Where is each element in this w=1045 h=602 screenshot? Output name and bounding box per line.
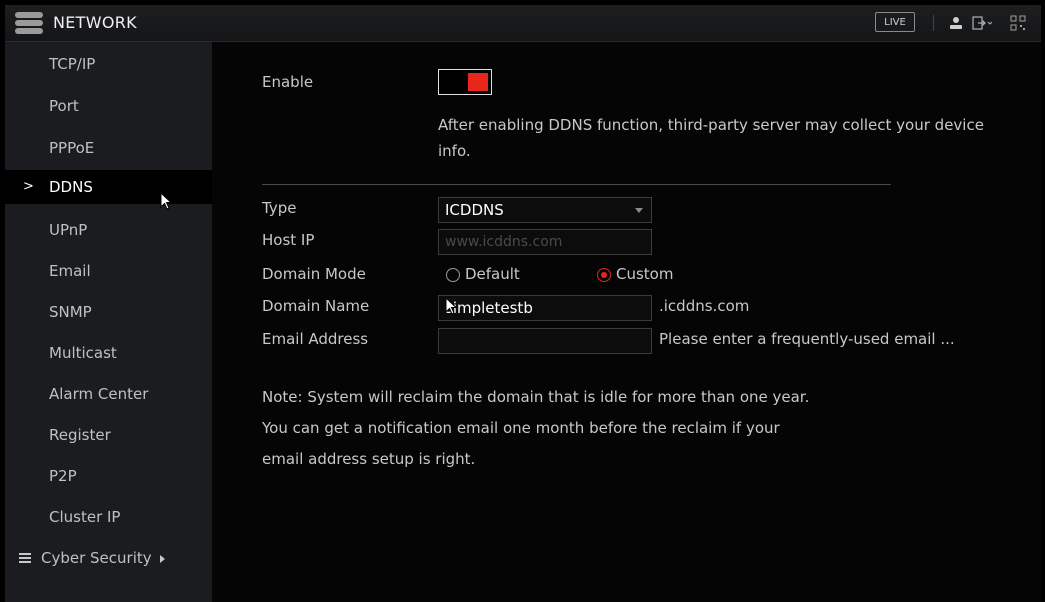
qr-code-icon[interactable] [1009, 14, 1027, 32]
privacy-note: After enabling DDNS function, third-part… [438, 116, 984, 160]
type-select-value: ICDDNS [445, 201, 504, 219]
sidebar-item-label: DDNS [49, 178, 93, 196]
sidebar-item-cyber-security[interactable]: Cyber Security [5, 541, 212, 575]
radio-custom-label: Custom [616, 265, 674, 283]
sidebar-item-label: Register [49, 426, 111, 444]
sidebar-item-label: PPPoE [49, 139, 95, 157]
domain-name-field[interactable]: simpletestb [438, 295, 652, 321]
host-ip-field[interactable]: www.icddns.com [438, 229, 652, 255]
enable-label: Enable [262, 73, 314, 91]
sidebar-item-cluster-ip[interactable]: Cluster IP [5, 500, 212, 534]
domain-suffix: .icddns.com [659, 297, 750, 315]
ddns-settings-panel: Enable After enabling DDNS function, thi… [212, 42, 1041, 602]
sidebar-item-label: Multicast [49, 344, 117, 362]
mouse-cursor-icon [160, 192, 173, 210]
sidebar-item-pppoe[interactable]: PPPoE [5, 131, 212, 165]
domain-mode-label: Domain Mode [262, 265, 366, 283]
email-hint: Please enter a frequently-used email ... [659, 330, 955, 348]
host-ip-label: Host IP [262, 231, 315, 249]
user-icon[interactable] [947, 14, 965, 32]
sidebar-item-label: Email [49, 262, 91, 280]
toggle-knob [468, 73, 488, 91]
toolbar-divider [933, 15, 934, 31]
sidebar-item-label: Port [49, 97, 79, 115]
type-label: Type [262, 199, 297, 217]
mouse-cursor-icon [445, 297, 458, 315]
sidebar-item-ddns[interactable]: > DDNS [5, 170, 212, 204]
logout-icon[interactable] [971, 14, 995, 32]
sidebar-item-alarm-center[interactable]: Alarm Center [5, 377, 212, 411]
sidebar-item-label: Cluster IP [49, 508, 121, 526]
live-button[interactable]: LIVE [875, 12, 915, 32]
radio-default[interactable] [446, 268, 460, 282]
sidebar-item-register[interactable]: Register [5, 418, 212, 452]
sidebar-item-label: TCP/IP [49, 55, 96, 73]
top-bar: NETWORK LIVE [5, 5, 1041, 42]
section-divider [262, 184, 891, 185]
sidebar-item-label: SNMP [49, 303, 92, 321]
radio-default-label: Default [465, 265, 520, 283]
sidebar: TCP/IP Port PPPoE > DDNS UPnP Email SNMP… [5, 42, 212, 602]
menu-icon[interactable] [13, 9, 45, 37]
sidebar-item-tcpip[interactable]: TCP/IP [5, 47, 212, 81]
page-title: NETWORK [53, 13, 137, 32]
sidebar-item-multicast[interactable]: Multicast [5, 336, 212, 370]
sidebar-item-snmp[interactable]: SNMP [5, 295, 212, 329]
app-window: NETWORK LIVE TCP/IP Port PPPoE > DDNS UP… [5, 5, 1041, 602]
sidebar-item-label: Alarm Center [49, 385, 149, 403]
sidebar-item-email[interactable]: Email [5, 254, 212, 288]
chevron-down-icon [635, 208, 643, 213]
sidebar-item-p2p[interactable]: P2P [5, 459, 212, 493]
email-field[interactable] [438, 328, 652, 354]
list-icon [19, 553, 31, 563]
enable-toggle[interactable] [438, 69, 492, 95]
submenu-arrow-icon [159, 554, 165, 563]
active-chevron-icon: > [23, 179, 34, 194]
reclaim-note: Note: System will reclaim the domain tha… [262, 388, 810, 468]
sidebar-item-port[interactable]: Port [5, 89, 212, 123]
sidebar-item-label: P2P [49, 467, 77, 485]
sidebar-item-label: Cyber Security [41, 549, 152, 567]
type-select[interactable]: ICDDNS [438, 197, 652, 223]
sidebar-item-label: UPnP [49, 221, 88, 239]
radio-custom[interactable] [597, 268, 611, 282]
sidebar-item-upnp[interactable]: UPnP [5, 213, 212, 247]
email-label: Email Address [262, 330, 369, 348]
domain-name-label: Domain Name [262, 297, 370, 315]
